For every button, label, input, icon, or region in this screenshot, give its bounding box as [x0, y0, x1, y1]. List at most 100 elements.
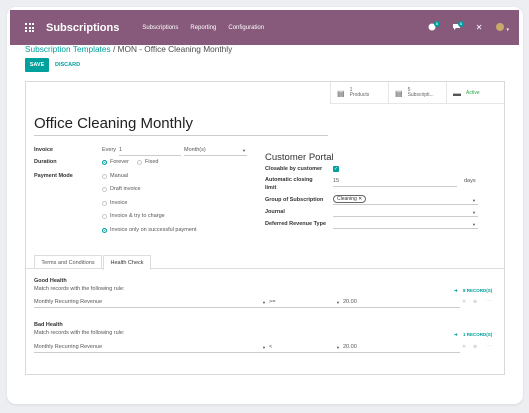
- interval-underline: [119, 155, 181, 156]
- activity-icon[interactable]: 8: [428, 20, 441, 33]
- chevron-down-icon[interactable]: ▼: [472, 222, 476, 227]
- bad-health-value[interactable]: 20.00: [343, 344, 357, 350]
- chevron-down-icon: ▼: [472, 198, 476, 203]
- duration-fixed-radio[interactable]: [137, 160, 142, 165]
- payment-success-radio[interactable]: [102, 228, 107, 233]
- journal-underline: [333, 216, 478, 217]
- chevron-down-icon: ▼: [336, 300, 340, 305]
- menu-item-reporting[interactable]: Reporting: [190, 25, 216, 31]
- auto-close-underline: [333, 186, 457, 187]
- good-health-underline: [34, 307, 460, 308]
- payment-charge-label: Invoice & try to charge: [110, 213, 165, 219]
- invoice-interval-input[interactable]: 1: [119, 147, 122, 153]
- invoice-label: Invoice: [34, 147, 53, 153]
- chevron-down-icon: ▼: [262, 345, 266, 350]
- messages-badge: 6: [457, 20, 465, 27]
- duration-forever-label: Forever: [110, 159, 129, 165]
- bad-health-operator[interactable]: <: [269, 344, 272, 350]
- subscriptions-stat-button[interactable]: ▤ 5 Subscripti...: [388, 82, 446, 104]
- more-options-icon[interactable]: ⋯: [486, 343, 491, 349]
- good-health-value[interactable]: 20.00: [343, 299, 357, 305]
- chevron-down-icon: ▼: [242, 148, 246, 153]
- duration-fixed-label: Fixed: [145, 159, 159, 165]
- delete-rule-icon[interactable]: ✕: [462, 344, 466, 350]
- payment-manual-label: Manual: [110, 173, 129, 179]
- payment-invoice-radio[interactable]: [102, 201, 107, 206]
- duration-forever-radio[interactable]: [102, 160, 107, 165]
- group-tag-cleaning[interactable]: Cleaning ✕: [333, 195, 367, 203]
- good-health-title: Good Health: [34, 278, 67, 284]
- active-label: Active: [466, 90, 480, 96]
- bad-health-rule-text: Match records with the following rule:: [34, 330, 125, 336]
- breadcrumb-parent[interactable]: Subscription Templates: [25, 44, 111, 54]
- apps-grid-icon[interactable]: [25, 23, 34, 32]
- chevron-down-icon: ▼: [262, 300, 266, 305]
- add-rule-icon[interactable]: ⊕: [473, 299, 477, 305]
- bad-health-arrow-icon: ➔: [454, 332, 458, 337]
- form-sheet: ▤ 1 Products ▤ 5 Subscripti... ▬ Active …: [25, 81, 505, 375]
- auto-close-label: Automatic closing: [265, 177, 313, 183]
- book-icon: ▤: [337, 88, 345, 98]
- group-underline: [333, 204, 478, 205]
- bad-health-records-link[interactable]: 1 RECORD(S): [463, 332, 492, 337]
- auto-close-label-limit: limit: [265, 185, 277, 191]
- book-icon: ▤: [395, 88, 403, 98]
- deferred-underline: [333, 228, 478, 229]
- add-rule-icon[interactable]: ⊕: [473, 344, 477, 350]
- unit-underline: [184, 155, 247, 156]
- chevron-down-icon[interactable]: ▼: [472, 210, 476, 215]
- payment-charge-radio[interactable]: [102, 214, 107, 219]
- delete-rule-icon[interactable]: ✕: [462, 299, 466, 305]
- bad-health-underline: [34, 352, 460, 353]
- discard-button[interactable]: DISCARD: [55, 58, 80, 72]
- good-health-operator[interactable]: >=: [269, 299, 275, 305]
- main-menu: Subscriptions Reporting Configuration: [142, 25, 276, 31]
- record-name[interactable]: Office Cleaning Monthly: [34, 115, 328, 136]
- invoice-unit-select[interactable]: Month(s): [184, 147, 206, 153]
- group-label: Group of Subscription: [265, 197, 324, 203]
- menu-item-subscriptions[interactable]: Subscriptions: [142, 25, 178, 31]
- products-stat-button[interactable]: ▤ 1 Products: [330, 82, 388, 104]
- menu-item-configuration[interactable]: Configuration: [228, 25, 264, 31]
- button-box: ▤ 1 Products ▤ 5 Subscripti... ▬ Active: [330, 82, 504, 104]
- breadcrumb-separator: /: [112, 44, 116, 54]
- good-health-rule-text: Match records with the following rule:: [34, 286, 125, 292]
- tab-health-check[interactable]: Health Check: [103, 255, 151, 270]
- payment-mode-label: Payment Mode: [34, 173, 73, 179]
- good-health-records-link[interactable]: 8 RECORD(S): [463, 288, 492, 293]
- bad-health-title: Bad Health: [34, 322, 63, 328]
- chevron-down-icon: ▾: [506, 26, 509, 33]
- payment-draft-label: Draft invoice: [110, 186, 141, 192]
- tab-terms-and-conditions[interactable]: Terms and Conditions: [34, 255, 102, 269]
- avatar: [496, 22, 505, 31]
- chat-icon[interactable]: 6: [452, 20, 465, 33]
- customer-portal-title: Customer Portal: [265, 152, 334, 163]
- closable-label: Closable by customer: [265, 166, 323, 172]
- auto-close-unit: days: [464, 178, 476, 184]
- payment-draft-radio[interactable]: [102, 187, 107, 192]
- user-menu[interactable]: ▾: [496, 22, 509, 33]
- closable-checkbox[interactable]: ✓: [333, 166, 339, 172]
- good-health-arrow-icon: ➔: [454, 288, 458, 293]
- bad-health-field-select[interactable]: Monthly Recurring Revenue: [34, 344, 102, 350]
- more-options-icon[interactable]: ⋯: [486, 298, 491, 304]
- products-label: Products: [349, 92, 370, 98]
- duration-label: Duration: [34, 159, 57, 165]
- good-health-field-select[interactable]: Monthly Recurring Revenue: [34, 299, 102, 305]
- payment-manual-radio[interactable]: [102, 174, 107, 179]
- breadcrumb: Subscription Templates / MON - Office Cl…: [25, 44, 232, 54]
- journal-label: Journal: [265, 209, 285, 215]
- systray: 8 6 ✕ ▾: [414, 20, 509, 33]
- top-navbar: Subscriptions Subscriptions Reporting Co…: [10, 10, 519, 45]
- active-toggle-button[interactable]: ▬ Active: [446, 82, 504, 104]
- payment-invoice-label: Invoice: [110, 200, 128, 206]
- breadcrumb-current: MON - Office Cleaning Monthly: [117, 44, 233, 54]
- auto-close-input[interactable]: 15: [333, 178, 339, 184]
- deferred-label: Deferred Revenue Type: [265, 221, 327, 227]
- activity-badge: 8: [433, 20, 441, 27]
- app-name: Subscriptions: [46, 21, 120, 34]
- close-icon[interactable]: ✕: [476, 23, 483, 32]
- payment-success-label: Invoice only on successful payment: [110, 227, 197, 233]
- invoice-every-text: Every: [102, 147, 117, 153]
- save-button[interactable]: SAVE: [25, 58, 49, 72]
